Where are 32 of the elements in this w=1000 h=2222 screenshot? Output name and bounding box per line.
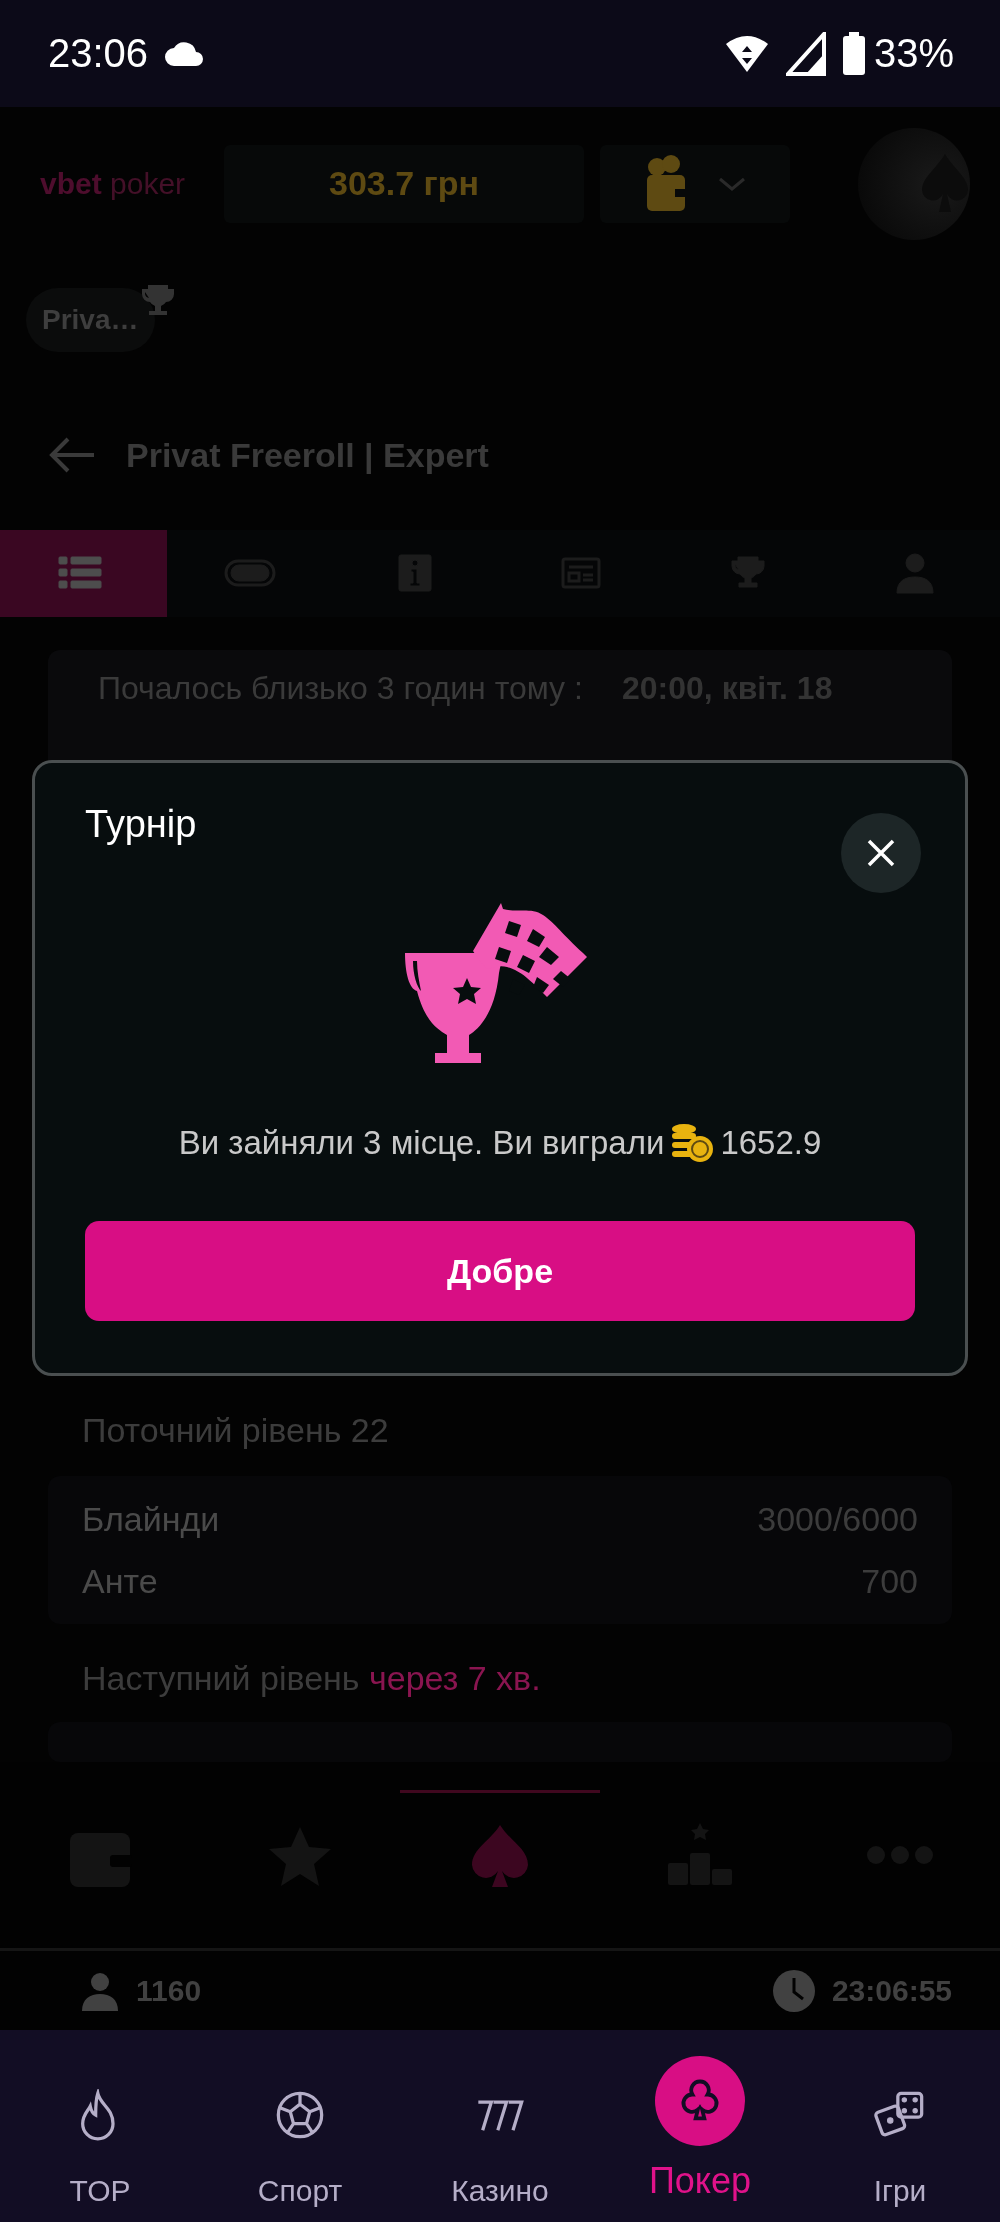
cloud-icon <box>164 39 205 68</box>
level-label: Анте <box>82 1561 158 1602</box>
back-arrow-icon[interactable] <box>48 436 96 474</box>
dialog-title: Турнір <box>85 803 197 847</box>
battery-percent: 33% <box>873 31 954 76</box>
clock-time: 23:06 <box>48 31 149 76</box>
clock-icon <box>771 1968 816 2013</box>
clock-time: 23:06:55 <box>831 1973 952 2008</box>
result-message: Ви зайняли 3 місце. Ви виграли <box>178 1124 665 1162</box>
coins-icon <box>670 1123 715 1163</box>
prize-amount: 1652.9 <box>720 1124 822 1162</box>
nav-tab[interactable]: Казино <box>400 2070 600 2222</box>
logo: vbet poker <box>40 166 187 201</box>
person-icon <box>80 1970 120 2011</box>
tab[interactable] <box>0 530 167 617</box>
trophy-icon <box>140 282 176 318</box>
nav-tab[interactable]: Спорт <box>200 2070 400 2222</box>
ok-button[interactable]: Добре <box>85 1221 915 1321</box>
level-label: Блайнди <box>82 1499 220 1540</box>
nav-tab[interactable]: TOP <box>0 2070 200 2222</box>
player-count: 1160 <box>136 1973 202 2008</box>
nav-tab[interactable]: Ігри <box>800 2070 1000 2222</box>
chevron-down-icon <box>717 175 747 192</box>
wallet-selector[interactable] <box>600 144 790 223</box>
close-icon <box>866 838 896 868</box>
battery-icon <box>841 31 866 76</box>
signal-icon <box>785 31 826 76</box>
next-level-heading: Наступний рівень через 7 хв. <box>82 1658 542 1699</box>
wifi-icon <box>723 33 770 74</box>
ball-icon <box>274 2089 326 2141</box>
current-level-heading: Поточний рівень 22 <box>82 1410 390 1451</box>
nav-tab[interactable]: Покер <box>600 2056 800 2222</box>
